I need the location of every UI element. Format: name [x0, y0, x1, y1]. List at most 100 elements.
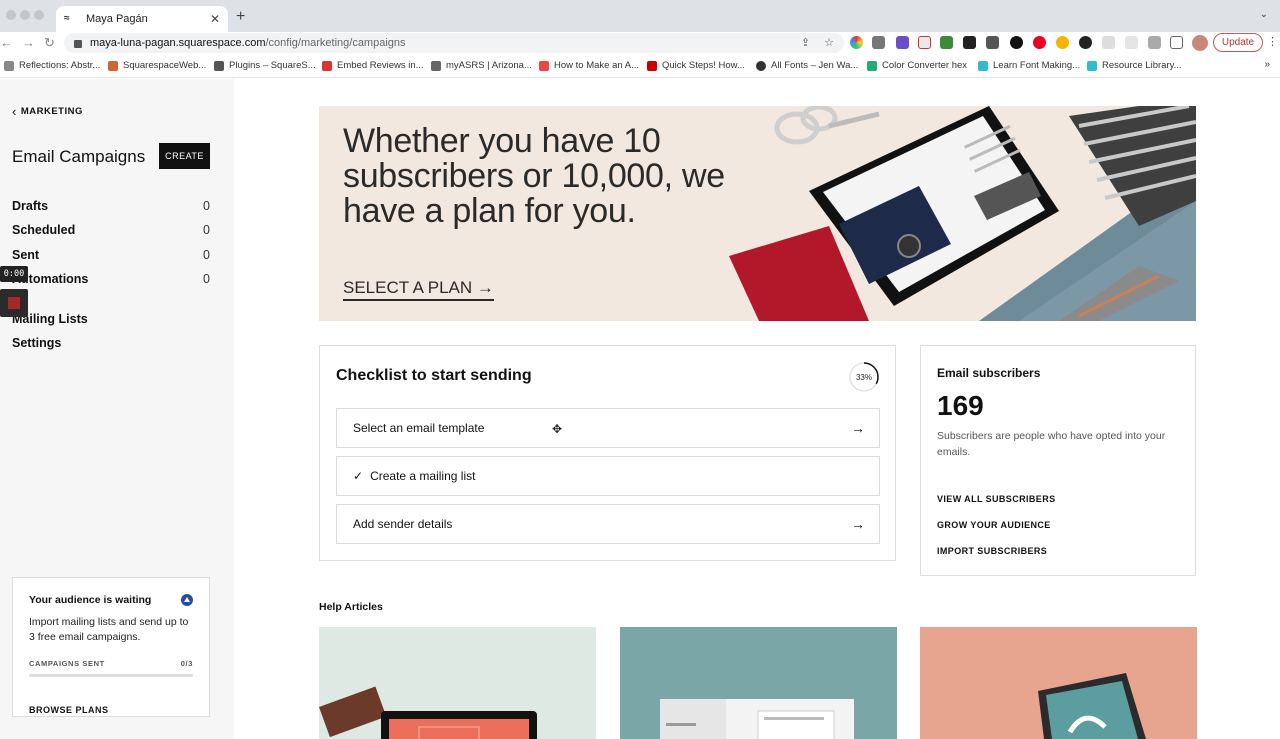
bookmark-favicon-icon	[322, 60, 332, 71]
sidebar-item-label: Scheduled	[12, 223, 76, 237]
view-all-subscribers-link[interactable]: VIEW ALL SUBSCRIBERS	[937, 494, 1179, 504]
url-host: maya-luna-pagan.squarespace.com	[90, 37, 266, 49]
browse-plans-link[interactable]: BROWSE PLANS	[29, 705, 193, 715]
help-article-card[interactable]	[920, 627, 1197, 739]
upgrade-arrow-icon	[181, 594, 193, 606]
more-bookmarks-icon[interactable]: »	[1264, 59, 1270, 70]
sidebar-item-drafts[interactable]: Drafts 0	[12, 199, 210, 213]
download-extension-icon[interactable]	[1102, 36, 1115, 49]
color-wheel-extension-icon[interactable]	[850, 36, 863, 49]
apps-grid-icon[interactable]	[963, 36, 976, 49]
bookmark-star-icon[interactable]: ☆	[824, 36, 834, 49]
browser-menu-icon[interactable]: ⋮	[1267, 35, 1278, 48]
bookmark-item[interactable]: Plugins – SquareS...	[214, 60, 316, 71]
squarespace-favicon-icon: ≈	[64, 13, 70, 24]
extension-icon[interactable]	[896, 36, 909, 49]
bookmark-label: Learn Font Making...	[993, 60, 1081, 71]
bookmark-label: Resource Library...	[1102, 60, 1182, 71]
window-zoom-dot[interactable]	[34, 10, 44, 20]
notion-extension-icon[interactable]	[986, 36, 999, 49]
share-icon[interactable]: ⇪	[801, 36, 810, 49]
help-article-card[interactable]	[620, 627, 897, 739]
arrow-right-icon: →	[851, 420, 865, 436]
import-subscribers-link[interactable]: IMPORT SUBSCRIBERS	[937, 546, 1179, 556]
stop-icon	[8, 297, 20, 309]
bookmark-item[interactable]: Quick Steps! How...	[647, 60, 745, 71]
sidebar-toggle-icon[interactable]	[1170, 36, 1183, 49]
subscribers-description: Subscribers are people who have opted in…	[937, 430, 1166, 458]
recording-stop-button[interactable]	[0, 289, 28, 317]
back-link-label: MARKETING	[20, 106, 83, 117]
url-path: /config/marketing/campaigns	[265, 37, 406, 49]
audience-waiting-card: Your audience is waiting Import mailing …	[12, 577, 210, 717]
move-cursor-icon: ✥	[552, 422, 563, 436]
browser-tab[interactable]: ≈ Maya Pagán ✕	[56, 6, 228, 32]
address-bar[interactable]: maya-luna-pagan.squarespace.com /config/…	[64, 33, 844, 53]
bookmark-favicon-icon	[108, 60, 118, 71]
bookmark-favicon-icon	[978, 60, 988, 71]
create-campaign-button[interactable]: CREATE	[159, 143, 210, 169]
bookmark-item[interactable]: myASRS | Arizona...	[431, 60, 532, 71]
extension-icon-2[interactable]	[1125, 36, 1138, 49]
sidebar-item-scheduled[interactable]: Scheduled 0	[12, 223, 210, 237]
bookmark-item[interactable]: All Fonts – Jen Wa...	[756, 60, 858, 71]
sidebar-item-sent[interactable]: Sent 0	[12, 248, 210, 262]
pinterest-icon[interactable]	[1033, 36, 1046, 49]
bookmark-item[interactable]: SquarespaceWeb...	[108, 60, 206, 71]
sidebar-item-label: Sent	[12, 248, 40, 262]
back-to-marketing-link[interactable]: ‹ MARKETING	[12, 104, 83, 119]
update-button[interactable]: Update	[1213, 33, 1263, 52]
camera-extension-icon[interactable]	[872, 36, 885, 49]
magnifier-extension-icon[interactable]	[1010, 36, 1023, 49]
grid-extension-icon[interactable]	[940, 36, 953, 49]
tablet-desk-illustration	[729, 106, 1196, 321]
laptop-illustration	[319, 686, 537, 739]
grow-audience-link[interactable]: GROW YOUR AUDIENCE	[937, 520, 1179, 530]
bookmark-label: Plugins – SquareS...	[229, 60, 316, 71]
tab-close-icon[interactable]: ✕	[210, 12, 220, 26]
sidebar-item-count: 0	[203, 272, 210, 286]
new-tab-icon[interactable]: +	[236, 8, 245, 26]
window-close-dot[interactable]	[6, 10, 16, 20]
sidebar-item-automations[interactable]: Automations 0	[12, 272, 210, 286]
plan-promo-banner: Whether you have 10 subscribers or 10,00…	[319, 106, 1196, 321]
calendar-extension-icon[interactable]	[918, 36, 931, 49]
bookmark-favicon-icon	[214, 60, 224, 71]
task-add-sender-details[interactable]: Add sender details →	[336, 504, 880, 544]
bookmarks-bar: Reflections: Abstr... SquarespaceWeb... …	[0, 54, 1280, 78]
browser-toolbar: ← → ↻ maya-luna-pagan.squarespace.com /c…	[0, 32, 1280, 54]
task-label: Create a mailing list	[370, 469, 476, 483]
sidebar-item-settings[interactable]: Settings	[12, 336, 210, 350]
audience-card-title: Your audience is waiting	[29, 594, 152, 606]
task-label: Add sender details	[353, 517, 453, 531]
bookmark-favicon-icon	[539, 60, 549, 71]
g-extension-icon[interactable]	[1079, 36, 1092, 49]
tab-title: Maya Pagán	[86, 13, 148, 25]
checklist-card: Checklist to start sending 33% Select an…	[319, 345, 896, 561]
tab-search-chevron-icon[interactable]: ⌄	[1260, 9, 1268, 20]
task-select-template[interactable]: Select an email template →	[336, 408, 880, 448]
select-plan-link[interactable]: SELECT A PLAN →	[343, 278, 494, 301]
phone-illustration	[1038, 673, 1146, 739]
campaigns-sent-value: 0/3	[180, 659, 193, 668]
back-arrow-icon[interactable]: ←	[0, 35, 13, 50]
bookmark-label: Quick Steps! How...	[662, 60, 745, 71]
sidebar-item-mailing-lists[interactable]: Mailing Lists	[12, 312, 210, 326]
task-create-mailing-list[interactable]: ✓ Create a mailing list	[336, 456, 880, 496]
help-article-card[interactable]	[319, 627, 596, 739]
window-minimize-dot[interactable]	[20, 10, 30, 20]
lock-icon	[74, 40, 82, 48]
profile-avatar[interactable]	[1192, 35, 1208, 51]
bookmark-item[interactable]: How to Make an A...	[539, 60, 639, 71]
bookmark-item[interactable]: Learn Font Making...	[978, 60, 1080, 71]
puzzle-extensions-icon[interactable]	[1148, 36, 1161, 49]
checkmark-icon: ✓	[353, 469, 364, 483]
emoji-extension-icon[interactable]	[1056, 36, 1069, 49]
bookmark-item[interactable]: Color Converter hex	[867, 60, 967, 71]
forward-arrow-icon[interactable]: →	[22, 35, 35, 50]
bookmark-item[interactable]: Reflections: Abstr...	[4, 60, 100, 71]
bookmark-item[interactable]: Embed Reviews in...	[322, 60, 424, 71]
bookmark-item[interactable]: Resource Library...	[1087, 60, 1182, 71]
reload-icon[interactable]: ↻	[44, 35, 55, 51]
bookmark-label: Color Converter hex	[882, 60, 968, 71]
